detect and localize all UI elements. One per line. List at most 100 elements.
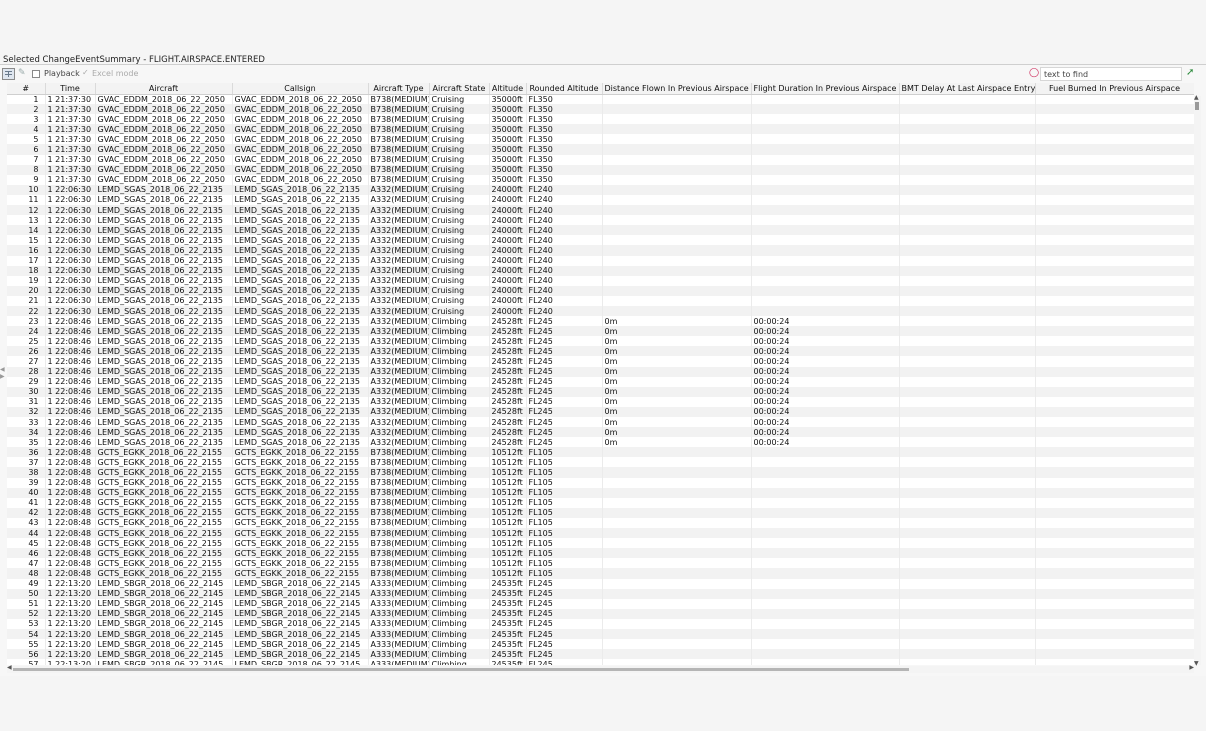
scroll-up-icon[interactable]: ▲ [1194,94,1199,101]
scroll-left-icon[interactable]: ◀ [7,664,12,671]
table-row[interactable]: 46 1 22:08:48 GCTS_EGKK_2018_06_22_2155 GCT… [7,548,1194,559]
table-row[interactable]: 18 1 22:06:30 LEMD_SGAS_2018_06_22_2135 LEM… [7,265,1194,276]
table-cell [751,164,900,175]
vertical-scrollbar[interactable]: ▲ ▼ [1194,94,1201,667]
table-row[interactable]: 31 21:37:30 GVAC_EDDM_2018_06_22_2050 GVAC… [7,114,1194,125]
column-header[interactable]: Aircraft State [429,83,490,95]
table-cell: LEMD_SGAS_2018_06_22_2135 [95,396,233,407]
table-row[interactable]: 23 1 22:08:46 LEMD_SGAS_2018_06_22_2135 LEM… [7,316,1194,327]
scroll-thumb[interactable] [1195,102,1199,110]
table-row[interactable]: 53 1 22:13:20 LEMD_SBGR_2018_06_22_2145 LEM… [7,618,1194,629]
excel-mode-toggle[interactable]: Excel mode [92,69,138,78]
table-row[interactable]: 29 1 22:08:46 LEMD_SGAS_2018_06_22_2135 LEM… [7,376,1194,387]
table-row[interactable]: 42 1 22:08:48 GCTS_EGKK_2018_06_22_2155 GCT… [7,507,1194,518]
column-header[interactable]: Aircraft Type [368,83,430,95]
table-cell: 0m [602,386,752,397]
table-row[interactable]: 50 1 22:13:20 LEMD_SBGR_2018_06_22_2145 LEM… [7,588,1194,599]
table-row[interactable]: 17 1 22:06:30 LEMD_SGAS_2018_06_22_2135 LEM… [7,255,1194,266]
table-row[interactable]: 38 1 22:08:48 GCTS_EGKK_2018_06_22_2155 GCT… [7,467,1194,478]
table-row[interactable]: 12 1 22:06:30 LEMD_SGAS_2018_06_22_2135 LEM… [7,205,1194,216]
scroll-down-icon[interactable]: ▼ [1194,660,1199,667]
table-cell: 10512ft [489,568,527,579]
collapse-handle-icon[interactable]: ◀ ▶ [0,366,5,380]
table-cell: Climbing [429,386,490,397]
table-view-icon[interactable] [2,68,15,80]
table-row[interactable]: 11 21:37:30 GVAC_EDDM_2018_06_22_2050 GVAC… [7,94,1194,105]
pin-icon[interactable]: ✎ [18,68,26,78]
column-header[interactable]: Callsign [232,83,369,95]
table-row[interactable]: 36 1 22:08:48 GCTS_EGKK_2018_06_22_2155 GCT… [7,447,1194,458]
table-cell: 1 21:37:30 [45,134,96,145]
column-header[interactable]: Fuel Burned In Previous Airspace [1035,83,1194,95]
table-row[interactable]: 11 1 22:06:30 LEMD_SGAS_2018_06_22_2135 LEM… [7,194,1194,206]
scroll-right-icon[interactable]: ▶ [1189,664,1194,671]
column-header[interactable]: Rounded Altitude [526,83,603,95]
table-row[interactable]: 33 1 22:08:46 LEMD_SGAS_2018_06_22_2135 LEM… [7,417,1194,428]
table-row[interactable]: 52 1 22:13:20 LEMD_SBGR_2018_06_22_2145 LEM… [7,608,1194,619]
table-row[interactable]: 19 1 22:06:30 LEMD_SGAS_2018_06_22_2135 LEM… [7,275,1194,286]
table-cell [1035,538,1194,549]
table-row[interactable]: 26 1 22:08:46 LEMD_SGAS_2018_06_22_2135 LEM… [7,346,1194,357]
table-row[interactable]: 15 1 22:06:30 LEMD_SGAS_2018_06_22_2135 LEM… [7,235,1194,246]
table-row[interactable]: 32 1 22:08:46 LEMD_SGAS_2018_06_22_2135 LEM… [7,406,1194,417]
table-cell: FL245 [526,366,603,377]
table-row[interactable]: 71 21:37:30 GVAC_EDDM_2018_06_22_2050 GVAC… [7,154,1194,165]
table-row[interactable]: 28 1 22:08:46 LEMD_SGAS_2018_06_22_2135 LEM… [7,366,1194,377]
table-row[interactable]: 21 1 22:06:30 LEMD_SGAS_2018_06_22_2135 LEM… [7,295,1194,306]
table-row[interactable]: 40 1 22:08:48 GCTS_EGKK_2018_06_22_2155 GCT… [7,487,1194,498]
table-row[interactable]: 16 1 22:06:30 LEMD_SGAS_2018_06_22_2135 LEM… [7,245,1194,256]
table-cell: LEMD_SGAS_2018_06_22_2135 [95,386,233,397]
table-row[interactable]: 14 1 22:06:30 LEMD_SGAS_2018_06_22_2135 LEM… [7,225,1194,236]
table-row[interactable]: 37 1 22:08:48 GCTS_EGKK_2018_06_22_2155 GCT… [7,457,1194,468]
horizontal-scrollbar[interactable]: ◀ ▶ [7,664,1194,673]
table-row[interactable]: 51 21:37:30 GVAC_EDDM_2018_06_22_2050 GVAC… [7,134,1194,145]
table-row[interactable]: 22 1 22:06:30 LEMD_SGAS_2018_06_22_2135 LEM… [7,305,1194,317]
table-row[interactable]: 45 1 22:08:48 GCTS_EGKK_2018_06_22_2155 GCT… [7,538,1194,549]
table-row[interactable]: 48 1 22:08:48 GCTS_EGKK_2018_06_22_2155 GCT… [7,568,1194,579]
table-row[interactable]: 20 1 22:06:30 LEMD_SGAS_2018_06_22_2135 LEM… [7,285,1194,296]
table-row[interactable]: 49 1 22:13:20 LEMD_SBGR_2018_06_22_2145 LEM… [7,578,1194,589]
table-row[interactable]: 47 1 22:08:48 GCTS_EGKK_2018_06_22_2155 GCT… [7,558,1194,569]
table-row[interactable]: 21 21:37:30 GVAC_EDDM_2018_06_22_2050 GVAC… [7,104,1194,115]
table-row[interactable]: 41 21:37:30 GVAC_EDDM_2018_06_22_2050 GVAC… [7,124,1194,135]
column-header[interactable]: Distance Flown In Previous Airspace [602,83,752,95]
table-row[interactable]: 91 21:37:30 GVAC_EDDM_2018_06_22_2050 GVAC… [7,174,1194,185]
column-header[interactable]: BMT Delay At Last Airspace Entry [899,83,1036,95]
table-row[interactable]: 41 1 22:08:48 GCTS_EGKK_2018_06_22_2155 GCT… [7,497,1194,508]
table-row[interactable]: 39 1 22:08:48 GCTS_EGKK_2018_06_22_2155 GCT… [7,477,1194,488]
table-row[interactable]: 24 1 22:08:46 LEMD_SGAS_2018_06_22_2135 LEM… [7,326,1194,337]
table-row[interactable]: 57 1 22:13:20 LEMD_SBGR_2018_06_22_2145 LEM… [7,659,1194,665]
column-header[interactable]: Time [45,83,96,95]
table-row[interactable]: 13 1 22:06:30 LEMD_SGAS_2018_06_22_2135 LEM… [7,215,1194,226]
column-header[interactable]: # [7,83,46,95]
find-next-icon[interactable]: ➚ [1186,67,1194,78]
table-cell: A333(MEDIUM) [368,618,430,629]
table-cell [1035,94,1194,105]
search-input[interactable] [1040,67,1182,81]
column-header[interactable]: Flight Duration In Previous Airspace [751,83,900,95]
table-row[interactable]: 27 1 22:08:46 LEMD_SGAS_2018_06_22_2135 LEM… [7,356,1194,367]
table-row[interactable]: 34 1 22:08:46 LEMD_SGAS_2018_06_22_2135 LEM… [7,427,1194,438]
table-row[interactable]: 31 1 22:08:46 LEMD_SGAS_2018_06_22_2135 LEM… [7,396,1194,407]
table-cell: Climbing [429,417,490,428]
playback-checkbox[interactable] [32,70,40,78]
table-row[interactable]: 10 1 22:06:30 LEMD_SGAS_2018_06_22_2135 LEM… [7,184,1194,195]
table-row[interactable]: 25 1 22:08:46 LEMD_SGAS_2018_06_22_2135 LEM… [7,336,1194,347]
table-cell: 24 [7,326,46,337]
table-cell: LEMD_SBGR_2018_06_22_2145 [232,598,369,609]
table-row[interactable]: 30 1 22:08:46 LEMD_SGAS_2018_06_22_2135 LEM… [7,386,1194,397]
table-row[interactable]: 81 21:37:30 GVAC_EDDM_2018_06_22_2050 GVAC… [7,164,1194,175]
table-row[interactable]: 54 1 22:13:20 LEMD_SBGR_2018_06_22_2145 LEM… [7,628,1194,640]
table-row[interactable]: 35 1 22:08:46 LEMD_SGAS_2018_06_22_2135 LEM… [7,437,1194,448]
table-row[interactable]: 55 1 22:13:20 LEMD_SBGR_2018_06_22_2145 LEM… [7,639,1194,650]
column-header[interactable]: Aircraft [95,83,233,95]
table-row[interactable]: 51 1 22:13:20 LEMD_SBGR_2018_06_22_2145 LEM… [7,598,1194,609]
scroll-thumb-horizontal[interactable] [13,668,909,671]
table-cell: 24535ft [489,608,527,619]
table-row[interactable]: 44 1 22:08:48 GCTS_EGKK_2018_06_22_2155 GCT… [7,528,1194,539]
table-cell: GVAC_EDDM_2018_06_22_2050 [95,164,233,175]
table-row[interactable]: 56 1 22:13:20 LEMD_SBGR_2018_06_22_2145 LEM… [7,649,1194,660]
table-row[interactable]: 43 1 22:08:48 GCTS_EGKK_2018_06_22_2155 GCT… [7,517,1194,529]
table-row[interactable]: 61 21:37:30 GVAC_EDDM_2018_06_22_2050 GVAC… [7,144,1194,155]
column-header[interactable]: Altitude [489,83,527,95]
